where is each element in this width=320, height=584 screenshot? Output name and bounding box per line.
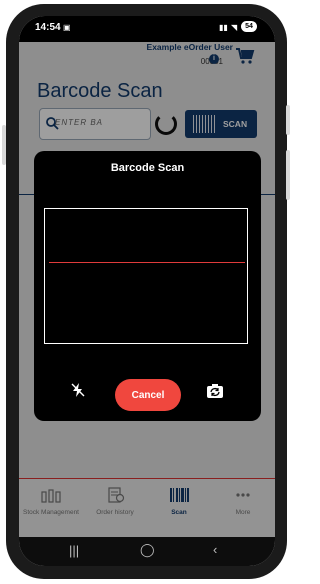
camera-notch bbox=[97, 16, 197, 36]
wifi-icon: ◥ bbox=[231, 23, 238, 32]
phone-screen: 14:54 ▣ ▮▮ ◥ 54 Example eOrder User 0000… bbox=[19, 16, 275, 566]
dialog-title: Barcode Scan bbox=[110, 162, 185, 174]
battery-icon: 54 bbox=[241, 21, 257, 32]
phone-power-button bbox=[286, 150, 290, 200]
recents-icon[interactable]: ||| bbox=[69, 543, 79, 558]
phone-volume-button bbox=[286, 105, 290, 135]
camera-in-use-icon: ▣ bbox=[63, 23, 71, 32]
signal-icon: ▮▮ bbox=[219, 23, 228, 32]
barcode-scan-dialog: Barcode Scan Cancel bbox=[34, 151, 261, 421]
status-time: 14:54 bbox=[35, 22, 61, 33]
flash-off-icon[interactable] bbox=[70, 382, 86, 398]
back-icon[interactable]: ‹ bbox=[213, 542, 217, 557]
camera-viewfinder bbox=[44, 208, 248, 344]
phone-side-button bbox=[2, 125, 6, 165]
scan-line bbox=[49, 262, 245, 263]
system-navigation-bar: ||| ◯ ‹ bbox=[19, 537, 275, 566]
switch-camera-icon[interactable] bbox=[206, 383, 224, 399]
cancel-button[interactable]: Cancel bbox=[115, 379, 181, 411]
home-icon[interactable]: ◯ bbox=[140, 542, 155, 558]
